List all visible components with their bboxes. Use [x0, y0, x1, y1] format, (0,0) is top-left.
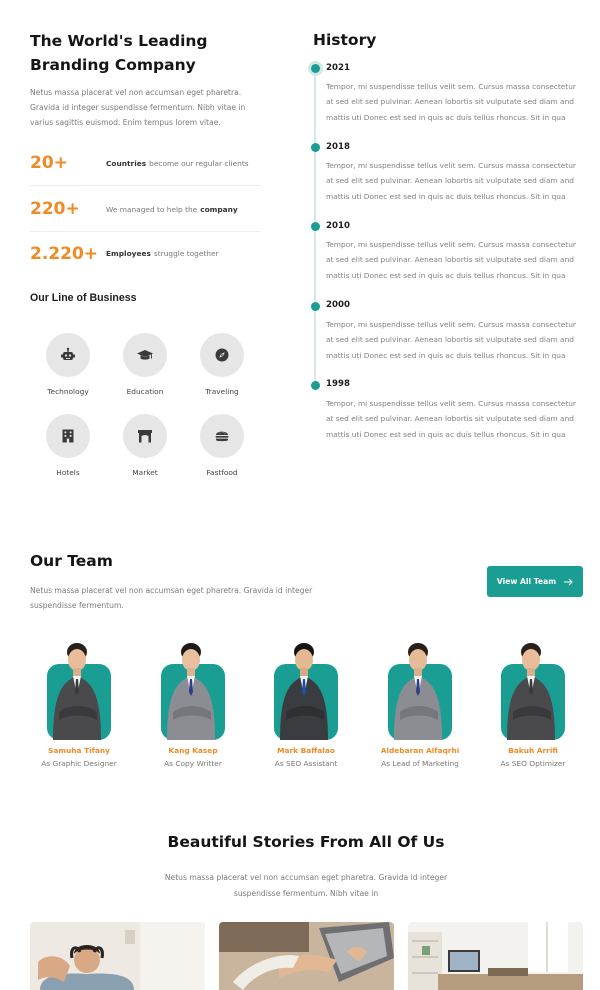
- business-label: Education: [126, 387, 164, 396]
- team-title: Our Team: [30, 552, 113, 570]
- timeline-year: 1998: [326, 379, 350, 389]
- stat-after: struggle together: [153, 249, 219, 258]
- stat-number: 2.220+: [30, 243, 99, 264]
- team-member-role: As SEO Assistant: [274, 759, 338, 768]
- team-member-role: As Graphic Designer: [41, 759, 117, 768]
- team-member-role: As Copy Writter: [164, 759, 222, 768]
- story-card-image[interactable]: [408, 922, 583, 990]
- timeline-year: 2000: [326, 300, 350, 310]
- stories-text: Netus massa placerat vel non accumsan eg…: [164, 873, 448, 898]
- timeline-text: Tempor, mi suspendisse tellus velit sem.…: [326, 320, 576, 360]
- stat-number: 20+: [30, 153, 68, 173]
- team-member-role: As SEO Optimizer: [500, 759, 566, 768]
- timeline-year: 2018: [326, 142, 350, 152]
- timeline-text: Tempor, mi suspendisse tellus velit sem.…: [326, 161, 576, 201]
- business-label: Hotels: [56, 468, 80, 477]
- timeline-dot: [310, 381, 320, 390]
- team-member-card[interactable]: Mark Baffalao As SEO Assistant: [251, 638, 361, 768]
- business-item-education[interactable]: Education: [105, 333, 185, 396]
- timeline-year: 2021: [326, 63, 350, 73]
- view-all-team-label: View All Team: [496, 577, 557, 586]
- stat-number: 220+: [30, 199, 80, 219]
- stat-countries: 20+ Countries become our regular clients: [30, 141, 260, 186]
- view-all-team-button[interactable]: View All Team: [487, 566, 583, 597]
- burger-icon: [200, 414, 244, 458]
- timeline-text: Tempor, mi suspendisse tellus velit sem.…: [326, 399, 576, 439]
- store-icon: [123, 414, 167, 458]
- team-member-photo: [161, 638, 225, 740]
- hotel-icon: [46, 414, 90, 458]
- business-item-market[interactable]: Market: [105, 414, 185, 477]
- intro-title: The World's Leading Branding Company: [30, 29, 250, 77]
- intro-text: Netus massa placerat vel non accumsan eg…: [30, 88, 246, 127]
- timeline-text: Tempor, mi suspendisse tellus velit sem.…: [326, 240, 576, 280]
- business-item-fastfood[interactable]: Fastfood: [182, 414, 262, 477]
- business-label: Technology: [47, 387, 89, 396]
- team-member-name: Aldebaran Alfaqrhi: [380, 746, 460, 755]
- timeline-dot: [310, 222, 320, 231]
- stat-bold: company: [200, 204, 238, 214]
- business-label: Fastfood: [206, 468, 238, 477]
- timeline-dot: [310, 302, 320, 311]
- timeline-dot: [310, 143, 320, 152]
- team-member-name: Samuha Tifany: [48, 746, 110, 755]
- business-label: Traveling: [205, 387, 239, 396]
- team-member-name: Bakuh Arrifi: [508, 746, 558, 755]
- team-member-photo: [501, 638, 565, 740]
- team-member-card[interactable]: Bakuh Arrifi As SEO Optimizer: [478, 638, 588, 768]
- history-title: History: [313, 31, 377, 49]
- business-label: Market: [132, 468, 158, 477]
- team-member-name: Mark Baffalao: [277, 746, 335, 755]
- business-item-technology[interactable]: Technology: [28, 333, 108, 396]
- robot-icon: [46, 333, 90, 377]
- line-of-business-title: Our Line of Business: [30, 292, 137, 304]
- team-member-photo: [388, 638, 452, 740]
- story-card-image[interactable]: [219, 922, 394, 990]
- team-member-role: As Lead of Marketing: [381, 759, 459, 768]
- team-member-photo: [274, 638, 338, 740]
- stat-before: We managed to help the: [106, 204, 198, 214]
- graduation-cap-icon: [123, 333, 167, 377]
- stat-bold: Employees: [106, 249, 151, 258]
- business-item-hotels[interactable]: Hotels: [28, 414, 108, 477]
- timeline-dot-active: [310, 64, 320, 73]
- intro-title-line2: Branding Company: [30, 56, 196, 74]
- stat-after: become our regular clients: [149, 158, 249, 168]
- arrow-right-icon: [564, 578, 573, 585]
- stat-company: 220+ We managed to help the company: [30, 187, 260, 232]
- team-member-photo: [47, 638, 111, 740]
- timeline-text: Tempor, mi suspendisse tellus velit sem.…: [326, 82, 576, 122]
- team-member-name: Kang Kasep: [168, 746, 218, 755]
- compass-icon: [200, 333, 244, 377]
- stat-text: We managed to help the company: [106, 187, 241, 231]
- stories-title: Beautiful Stories From All Of Us: [167, 833, 445, 851]
- intro-title-line1: The World's Leading: [30, 32, 208, 50]
- stat-text: Employees struggle together: [106, 231, 219, 276]
- business-item-traveling[interactable]: Traveling: [182, 333, 262, 396]
- stat-employees: 2.220+ Employees struggle together: [30, 231, 260, 276]
- story-card-image[interactable]: [30, 922, 205, 990]
- team-member-card[interactable]: Kang Kasep As Copy Writter: [138, 638, 248, 768]
- team-member-card[interactable]: Aldebaran Alfaqrhi As Lead of Marketing: [365, 638, 475, 768]
- stat-bold: Countries: [106, 158, 147, 168]
- team-member-card[interactable]: Samuha Tifany As Graphic Designer: [24, 638, 134, 768]
- stat-text: Countries become our regular clients: [106, 141, 249, 185]
- team-text: Netus massa placerat vel non accumsan eg…: [30, 586, 313, 610]
- timeline-year: 2010: [326, 221, 350, 231]
